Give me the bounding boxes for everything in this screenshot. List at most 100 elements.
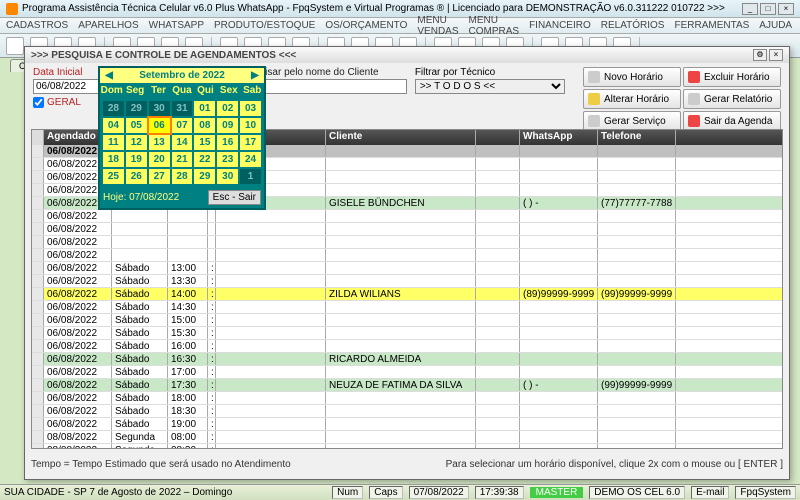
table-row[interactable]: 06/08/2022Sábado18:00: (32, 392, 782, 405)
menu-item[interactable]: RELATÓRIOS (601, 20, 665, 31)
table-row[interactable]: 08/08/2022Segunda08:30: (32, 444, 782, 448)
cal-day[interactable]: 18 (103, 152, 124, 167)
btn-gerar-relatorio[interactable]: Gerar Relatório (683, 89, 781, 109)
cal-day[interactable]: 23 (217, 152, 238, 167)
cal-day[interactable]: 25 (103, 169, 124, 184)
cal-day[interactable]: 20 (149, 152, 170, 167)
menu-item[interactable]: PRODUTO/ESTOQUE (214, 20, 315, 31)
cal-day[interactable]: 04 (103, 118, 124, 133)
cal-prev[interactable]: ◀ (102, 70, 116, 81)
cal-day[interactable]: 27 (149, 169, 170, 184)
input-data-inicial[interactable] (33, 79, 101, 94)
cal-day[interactable]: 02 (217, 101, 238, 116)
minimize-button[interactable]: _ (742, 3, 758, 15)
maximize-button[interactable]: □ (760, 3, 776, 15)
grid-col-header[interactable] (32, 130, 44, 145)
table-row[interactable]: 06/08/2022Sábado17:00: (32, 366, 782, 379)
cal-day[interactable]: 19 (126, 152, 147, 167)
cal-day[interactable]: 07 (172, 118, 193, 133)
menu-item[interactable]: APARELHOS (78, 20, 138, 31)
btn-excluir-horario[interactable]: Excluir Horário (683, 67, 781, 87)
menu-item[interactable]: MENU COMPRAS (469, 15, 520, 37)
sub-tool-icon[interactable]: ⚙ (753, 49, 767, 61)
grid-col-header[interactable]: Telefone (598, 130, 676, 145)
cal-today[interactable]: Hoje: 07/08/2022 (103, 192, 179, 203)
cal-dow-row: DomSegTerQuaQuiSexSab (100, 83, 264, 98)
close-button[interactable]: × (778, 3, 794, 15)
cal-next[interactable]: ▶ (248, 70, 262, 81)
btn-gerar-servico[interactable]: Gerar Serviço (583, 111, 681, 131)
cal-day-grid: 2829303101020304050607080910111213141516… (100, 98, 264, 187)
toolbar-button[interactable] (6, 37, 24, 55)
footer-left: Tempo = Tempo Estimado que será usado no… (31, 459, 291, 470)
select-tecnico[interactable]: >> T O D O S << (415, 79, 565, 94)
cal-escape[interactable]: Esc - Sair (208, 190, 261, 205)
cal-day[interactable]: 16 (217, 135, 238, 150)
cal-day[interactable]: 12 (126, 135, 147, 150)
status-email[interactable]: E-mail (691, 486, 729, 499)
menu-item[interactable]: CADASTROS (6, 20, 68, 31)
table-row[interactable]: 06/08/2022Sábado15:00: (32, 314, 782, 327)
status-brand: FpqSystem (735, 486, 796, 499)
menu-item[interactable]: FINANCEIRO (529, 20, 591, 31)
window-title: Programa Assistência Técnica Celular v6.… (22, 3, 725, 14)
table-row[interactable]: 06/08/2022Sábado16:30:RICARDO ALMEIDA (32, 353, 782, 366)
cal-day[interactable]: 06 (149, 118, 170, 133)
cal-day[interactable]: 29 (194, 169, 215, 184)
table-row[interactable]: 06/08/2022Sábado18:30: (32, 405, 782, 418)
cal-day[interactable]: 03 (240, 101, 261, 116)
cal-day[interactable]: 21 (172, 152, 193, 167)
btn-novo-horario[interactable]: Novo Horário (583, 67, 681, 87)
menu-item[interactable]: MENU VENDAS (417, 15, 458, 37)
cal-day[interactable]: 17 (240, 135, 261, 150)
cal-day[interactable]: 1 (240, 169, 261, 184)
cal-day[interactable]: 24 (240, 152, 261, 167)
cal-day[interactable]: 31 (172, 101, 193, 116)
status-demo: DEMO OS CEL 6.0 (589, 486, 685, 499)
cal-day[interactable]: 08 (194, 118, 215, 133)
grid-col-header[interactable] (476, 130, 520, 145)
btn-sair-agenda[interactable]: Sair da Agenda (683, 111, 781, 131)
menu-item[interactable]: FERRAMENTAS (674, 20, 749, 31)
cal-day[interactable]: 10 (240, 118, 261, 133)
check-geral[interactable] (33, 97, 44, 108)
grid-col-header[interactable]: Cliente (326, 130, 476, 145)
cal-day[interactable]: 14 (172, 135, 193, 150)
cal-day[interactable]: 26 (126, 169, 147, 184)
cal-day[interactable]: 30 (149, 101, 170, 116)
cal-day[interactable]: 13 (149, 135, 170, 150)
table-row[interactable]: 06/08/2022Sábado13:30: (32, 275, 782, 288)
cal-day[interactable]: 28 (103, 101, 124, 116)
table-row[interactable]: 06/08/2022Sábado14:30: (32, 301, 782, 314)
table-row[interactable]: 06/08/2022Sábado16:00: (32, 340, 782, 353)
table-row[interactable]: 08/08/2022Segunda08:00: (32, 431, 782, 444)
table-row[interactable]: 06/08/2022 (32, 210, 782, 223)
cal-day[interactable]: 29 (126, 101, 147, 116)
cal-day[interactable]: 05 (126, 118, 147, 133)
table-row[interactable]: 06/08/2022Sábado13:00: (32, 262, 782, 275)
cal-day[interactable]: 30 (217, 169, 238, 184)
btn-alterar-horario[interactable]: Alterar Horário (583, 89, 681, 109)
grid-col-header[interactable]: WhatsApp (520, 130, 598, 145)
table-row[interactable]: 06/08/2022 (32, 223, 782, 236)
menu-item[interactable]: OS/ORÇAMENTO (325, 20, 407, 31)
table-row[interactable]: 06/08/2022Sábado19:00: (32, 418, 782, 431)
table-row[interactable]: 06/08/2022 (32, 249, 782, 262)
table-row[interactable]: 06/08/2022Sábado15:30: (32, 327, 782, 340)
cal-day[interactable]: 01 (194, 101, 215, 116)
cal-day[interactable]: 15 (194, 135, 215, 150)
cal-day[interactable]: 22 (194, 152, 215, 167)
table-row[interactable]: 06/08/2022Sábado14:00:ZILDA WILIANS(89)9… (32, 288, 782, 301)
cal-day[interactable]: 09 (217, 118, 238, 133)
sub-close-button[interactable]: × (769, 49, 783, 61)
cal-month[interactable]: Setembro de 2022 (116, 70, 248, 81)
cal-dow: Sab (241, 83, 264, 98)
menu-item[interactable]: AJUDA (759, 20, 792, 31)
table-row[interactable]: 06/08/2022Sábado17:30:NEUZA DE FATIMA DA… (32, 379, 782, 392)
cal-dow: Sex (217, 83, 240, 98)
footer-right: Para selecionar um horário disponível, c… (446, 459, 783, 470)
table-row[interactable]: 06/08/2022 (32, 236, 782, 249)
menu-item[interactable]: WHATSAPP (149, 20, 204, 31)
cal-day[interactable]: 28 (172, 169, 193, 184)
cal-day[interactable]: 11 (103, 135, 124, 150)
